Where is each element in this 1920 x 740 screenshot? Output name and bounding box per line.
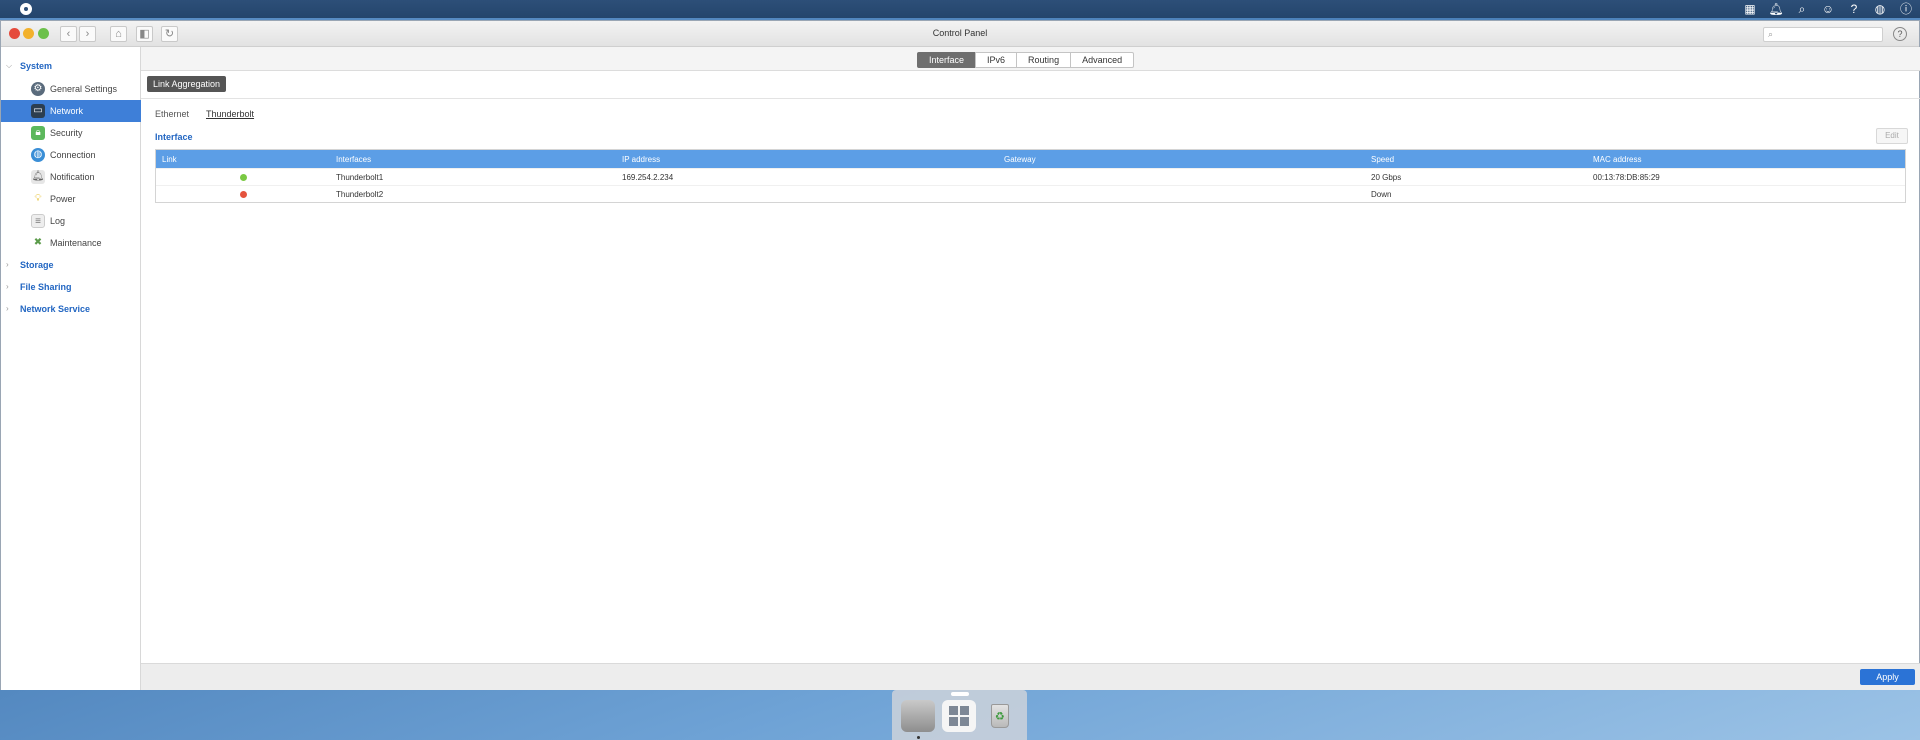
search-input[interactable]: ⌕	[1763, 27, 1883, 42]
sidebar-group-storage[interactable]: › Storage	[1, 255, 141, 275]
globe-icon[interactable]: ◍	[1872, 0, 1888, 18]
table-header: Link Interfaces IP address Gateway Speed…	[156, 150, 1905, 168]
tabs: Interface IPv6 Routing Advanced	[917, 52, 1135, 68]
lock-icon: 🔒︎	[31, 126, 45, 140]
sidebar-item-power[interactable]: 💡︎ Power	[1, 188, 141, 210]
table-row[interactable]: Thunderbolt2 Down	[156, 185, 1905, 202]
network-icon: ▭	[31, 104, 45, 118]
subtab-ethernet[interactable]: Ethernet	[155, 109, 189, 119]
control-panel-window: ‹ › ⌂ ◧ ↻ Control Panel ⌕ ? ⌵ System ⚙ G…	[0, 20, 1920, 690]
speed: Down	[1371, 190, 1392, 199]
column-header-interfaces[interactable]: Interfaces	[336, 155, 371, 164]
section-title: Interface	[155, 132, 193, 142]
lightbulb-icon: 💡︎	[34, 193, 42, 204]
speed: 20 Gbps	[1371, 173, 1402, 182]
dock	[892, 690, 1027, 740]
control-panel-dock-icon[interactable]	[901, 700, 935, 732]
link-up-status-icon	[240, 174, 247, 181]
chevron-right-icon: ›	[6, 282, 9, 291]
tab-interface[interactable]: Interface	[917, 52, 977, 68]
bell-icon[interactable]: 🔔︎	[1768, 0, 1784, 18]
window-titlebar: ‹ › ⌂ ◧ ↻ Control Panel ⌕ ?	[1, 21, 1919, 47]
interface-table: Link Interfaces IP address Gateway Speed…	[155, 149, 1906, 203]
help-button[interactable]: ?	[1893, 27, 1907, 41]
window-title: Control Panel	[932, 28, 988, 38]
sidebar-group-network-service[interactable]: › Network Service	[1, 299, 141, 319]
table-row[interactable]: Thunderbolt1 169.254.2.234 20 Gbps 00:13…	[156, 168, 1905, 185]
user-icon[interactable]: ☺	[1820, 0, 1836, 18]
tab-advanced[interactable]: Advanced	[1070, 52, 1135, 68]
sidebar-item-security[interactable]: 🔒︎ Security	[1, 122, 141, 144]
edit-button[interactable]: Edit	[1876, 128, 1908, 144]
top-bar-icons: ▦ 🔔︎ ⌕ ☺ ? ◍ ⓘ	[1742, 0, 1914, 18]
apply-button[interactable]: Apply	[1860, 669, 1915, 685]
running-indicator	[917, 736, 920, 739]
footer-bar: Apply	[141, 663, 1920, 690]
sidebar-group-file-sharing[interactable]: › File Sharing	[1, 277, 141, 297]
search-icon[interactable]: ⌕	[1794, 0, 1810, 18]
sidebar-item-general-settings[interactable]: ⚙ General Settings	[1, 78, 141, 100]
apps-icon[interactable]: ▦	[1742, 0, 1758, 18]
tab-bar: Interface IPv6 Routing Advanced	[141, 47, 1920, 71]
globe-icon: ◍	[31, 148, 45, 162]
divider	[141, 98, 1920, 99]
nas-logo-icon[interactable]	[20, 3, 32, 15]
dock-tooltip-indicator	[951, 692, 969, 696]
sidebar-item-network[interactable]: ▭ Network	[1, 100, 141, 122]
chevron-down-icon: ⌵	[6, 61, 13, 70]
recycle-bin-icon	[991, 704, 1009, 728]
bell-icon: 🔔︎	[31, 170, 45, 184]
search-icon: ⌕	[1768, 29, 1774, 39]
recycle-bin-dock-icon[interactable]	[983, 700, 1017, 732]
tab-routing[interactable]: Routing	[1016, 52, 1072, 68]
sidebar-item-maintenance[interactable]: ✖ Maintenance	[1, 232, 141, 254]
mac-address: 00:13:78:DB:85:29	[1593, 173, 1660, 182]
link-aggregation-button[interactable]: Link Aggregation	[147, 76, 227, 92]
interface-name: Thunderbolt2	[336, 190, 384, 199]
sidebar: ⌵ System ⚙ General Settings ▭ Network 🔒︎…	[1, 47, 141, 690]
sidebar-group-system[interactable]: ⌵ System	[1, 56, 141, 76]
info-icon[interactable]: ⓘ	[1898, 0, 1914, 18]
main-content: Interface IPv6 Routing Advanced Link Agg…	[141, 47, 1920, 690]
sidebar-item-notification[interactable]: 🔔︎ Notification	[1, 166, 141, 188]
apps-grid-dock-icon[interactable]	[942, 700, 976, 732]
subtab-thunderbolt[interactable]: Thunderbolt	[206, 109, 254, 119]
sidebar-item-log[interactable]: ≡ Log	[1, 210, 141, 232]
column-header-mac-address[interactable]: MAC address	[1593, 155, 1641, 164]
document-icon: ≡	[31, 214, 45, 228]
sidebar-item-connection[interactable]: ◍ Connection	[1, 144, 141, 166]
interface-name: Thunderbolt1	[336, 173, 384, 182]
column-header-link[interactable]: Link	[162, 155, 177, 164]
column-header-speed[interactable]: Speed	[1371, 155, 1394, 164]
column-header-gateway[interactable]: Gateway	[1004, 155, 1036, 164]
chevron-right-icon: ›	[6, 260, 9, 269]
help-icon[interactable]: ?	[1846, 0, 1862, 18]
link-down-status-icon	[240, 191, 247, 198]
chevron-right-icon: ›	[6, 304, 9, 313]
tab-ipv6[interactable]: IPv6	[975, 52, 1018, 68]
gear-icon: ⚙	[31, 82, 45, 96]
system-top-bar: ▦ 🔔︎ ⌕ ☺ ? ◍ ⓘ	[0, 0, 1920, 18]
ip-address: 169.254.2.234	[622, 173, 674, 182]
tools-icon: ✖	[33, 237, 43, 248]
column-header-ip-address[interactable]: IP address	[622, 155, 660, 164]
